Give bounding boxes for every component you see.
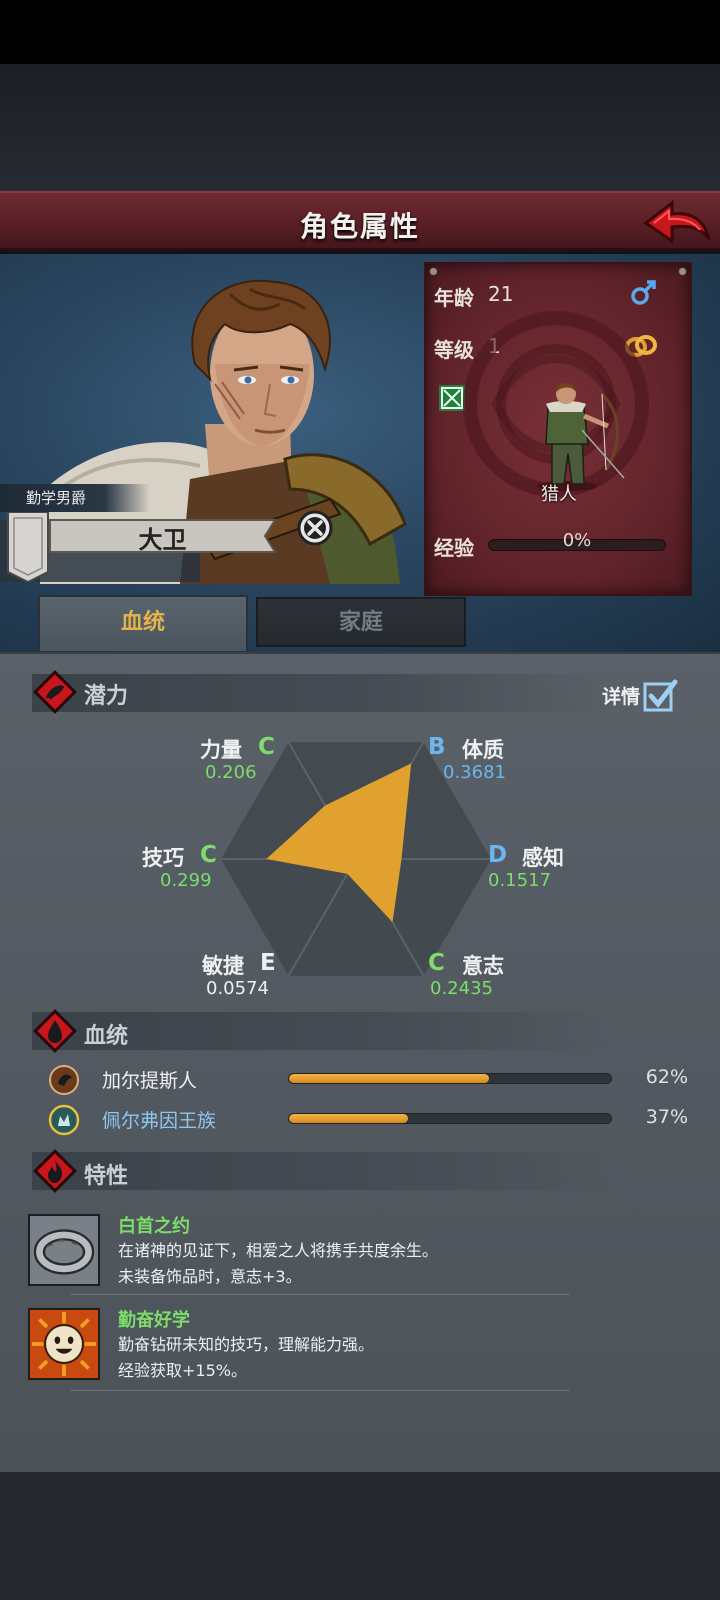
attr-will-grade: C bbox=[428, 950, 445, 976]
attr-strength-grade: C bbox=[258, 734, 275, 760]
nobility-title: 勤学男爵 bbox=[0, 484, 150, 512]
bloodline-title: 血统 bbox=[84, 1024, 129, 1049]
character-name[interactable]: 大卫 bbox=[60, 520, 265, 555]
bloodline-bar-fill bbox=[289, 1114, 409, 1123]
trait-desc-line: 在诸神的见证下，相爱之人将携手共度余生。 bbox=[118, 1241, 439, 1260]
rivet bbox=[678, 267, 687, 276]
trait-description: 在诸神的见证下，相爱之人将携手共度余生。 未装备饰品时，意志+3。 bbox=[118, 1238, 638, 1290]
attr-skill-value: 0.299 bbox=[160, 870, 212, 891]
bloodline-bar bbox=[288, 1113, 612, 1124]
bloodline-bar bbox=[288, 1073, 612, 1084]
trait-name: 白首之约 bbox=[118, 1216, 190, 1237]
attr-agility-grade: E bbox=[260, 950, 276, 976]
close-icon[interactable] bbox=[297, 510, 333, 546]
trait-item[interactable]: 白首之约 在诸神的见证下，相爱之人将携手共度余生。 未装备饰品时，意志+3。 bbox=[28, 1214, 668, 1306]
galtis-crest-icon bbox=[49, 1065, 79, 1095]
attr-constitution-name: 体质 bbox=[462, 738, 504, 762]
traits-title: 特性 bbox=[84, 1164, 129, 1189]
trait-name: 勤奋好学 bbox=[118, 1310, 190, 1331]
rivet bbox=[429, 267, 438, 276]
attr-strength-value: 0.206 bbox=[205, 762, 257, 783]
stats-panel: 年龄 21 等级 1 猎人 经验 0% bbox=[424, 262, 692, 596]
divider bbox=[70, 1294, 570, 1295]
attr-skill-name: 技巧 bbox=[142, 846, 184, 870]
back-arrow-icon[interactable] bbox=[642, 197, 712, 249]
page-title: 角色属性 bbox=[299, 210, 420, 243]
trait-desc-line: 经验获取+15%。 bbox=[118, 1361, 247, 1380]
exp-label: 经验 bbox=[434, 536, 474, 560]
exp-value: 0% bbox=[562, 530, 592, 551]
flame-icon bbox=[33, 1149, 77, 1193]
tab-bar: 血统 家庭 bbox=[0, 595, 720, 653]
attr-strength-name: 力量 bbox=[200, 738, 242, 762]
bloodline-bar-fill bbox=[289, 1074, 489, 1083]
trait-desc-line: 勤奋钻研未知的技巧，理解能力强。 bbox=[118, 1335, 375, 1354]
trait-desc-line: 未装备饰品时，意志+3。 bbox=[118, 1267, 302, 1286]
tab-bloodline[interactable]: 血统 bbox=[38, 595, 248, 651]
status-bar-area bbox=[0, 0, 720, 64]
top-background bbox=[0, 64, 720, 192]
tab-family[interactable]: 家庭 bbox=[256, 597, 466, 647]
bloodline-row[interactable]: 佩尔弗因王族 37% bbox=[48, 1104, 688, 1136]
attr-perception-value: 0.1517 bbox=[488, 870, 551, 891]
pelfin-royal-crest-icon bbox=[48, 1104, 80, 1136]
potential-radar-chart bbox=[221, 741, 491, 977]
attr-constitution-grade: B bbox=[428, 734, 446, 760]
age-value: 21 bbox=[488, 282, 514, 306]
attr-agility-value: 0.0574 bbox=[206, 978, 269, 999]
bloodline-percent: 62% bbox=[645, 1066, 688, 1088]
blood-drop-icon bbox=[33, 1009, 77, 1053]
divider bbox=[70, 1390, 570, 1391]
attr-constitution-value: 0.3681 bbox=[443, 762, 506, 783]
header-bar: 角色属性 bbox=[0, 191, 720, 251]
trait-item[interactable]: 勤奋好学 勤奋钻研未知的技巧，理解能力强。 经验获取+15%。 bbox=[28, 1308, 668, 1400]
ring-trait-icon bbox=[28, 1214, 100, 1286]
bloodline-row[interactable]: 加尔提斯人 62% bbox=[48, 1064, 688, 1095]
attr-will-value: 0.2435 bbox=[430, 978, 493, 999]
bloodline-name: 佩尔弗因王族 bbox=[102, 1110, 217, 1132]
content-panel: 潜力 详情 力量 C 0.206 B 体质 0.3681 D 感知 0.1517… bbox=[0, 652, 720, 1472]
bloodline-percent: 37% bbox=[645, 1106, 688, 1128]
attr-will-name: 意志 bbox=[462, 954, 504, 978]
smiley-trait-icon bbox=[28, 1308, 100, 1380]
bloodline-name: 加尔提斯人 bbox=[102, 1070, 198, 1092]
attr-perception-grade: D bbox=[488, 842, 508, 868]
trait-description: 勤奋钻研未知的技巧，理解能力强。 经验获取+15%。 bbox=[118, 1332, 638, 1384]
class-name: 猎人 bbox=[541, 484, 577, 505]
hunter-class-figure bbox=[537, 383, 625, 491]
bottom-background bbox=[0, 1472, 720, 1600]
attr-perception-name: 感知 bbox=[522, 846, 564, 870]
attr-skill-grade: C bbox=[200, 842, 217, 868]
attr-agility-name: 敏捷 bbox=[202, 954, 244, 978]
